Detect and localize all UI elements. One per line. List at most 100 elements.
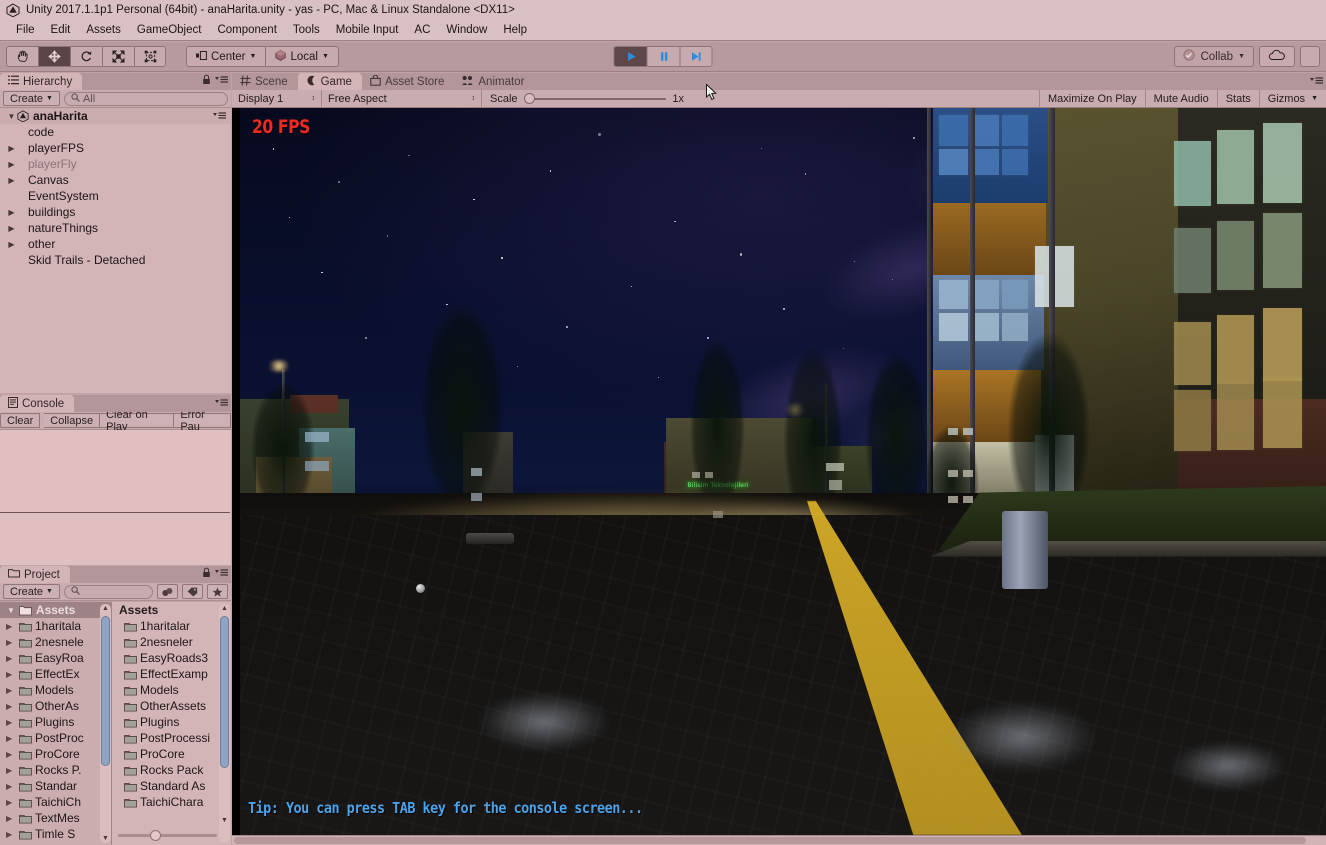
rect-tool-button[interactable]: [134, 46, 166, 67]
project-tree-item[interactable]: ▶ Models: [0, 682, 111, 698]
step-button[interactable]: [679, 46, 713, 67]
lock-icon[interactable]: [202, 74, 211, 88]
scale-slider-track[interactable]: [523, 92, 667, 104]
scale-slider-group[interactable]: Scale 1x: [482, 92, 692, 105]
project-tree-item[interactable]: ▶ TaichiCh: [0, 794, 111, 810]
project-tree-scrollbar[interactable]: ▲ ▼: [100, 604, 111, 843]
expand-arrow-icon[interactable]: ▶: [6, 622, 16, 631]
expand-arrow-icon[interactable]: ▶: [6, 750, 16, 759]
hierarchy-item-naturethings[interactable]: ▶ natureThings: [0, 220, 231, 236]
menu-assets[interactable]: Assets: [78, 22, 129, 38]
menu-help[interactable]: Help: [495, 22, 535, 38]
expand-arrow-icon[interactable]: ▶: [6, 240, 17, 249]
maximize-on-play-toggle[interactable]: Maximize On Play: [1039, 89, 1145, 108]
expand-arrow-icon[interactable]: ▶: [6, 160, 17, 169]
project-asset-item[interactable]: Models: [112, 682, 231, 698]
project-asset-item[interactable]: PostProcessi: [112, 730, 231, 746]
expand-arrow-icon[interactable]: ▶: [6, 686, 16, 695]
expand-arrow-icon[interactable]: ▶: [6, 718, 16, 727]
expand-arrow-icon[interactable]: ▶: [6, 702, 16, 711]
pause-button[interactable]: [646, 46, 680, 67]
project-create-button[interactable]: Create ▼: [3, 584, 60, 599]
expand-arrow-icon[interactable]: ▶: [6, 830, 16, 839]
project-asset-item[interactable]: OtherAssets: [112, 698, 231, 714]
expand-arrow-icon[interactable]: ▶: [6, 782, 16, 791]
console-splitter[interactable]: [0, 512, 230, 513]
game-render-canvas[interactable]: Bilisim Teknolojileri: [232, 108, 1326, 845]
tab-scene[interactable]: Scene: [232, 73, 298, 90]
project-folder-tree[interactable]: ▼ Assets ▶ 1haritala ▶ 2nesnele ▶ EasyRoa ▶ Eff…: [0, 602, 112, 845]
expand-arrow-icon[interactable]: ▶: [6, 144, 17, 153]
tab-animator[interactable]: Animator: [454, 73, 534, 90]
hierarchy-search-input[interactable]: All: [63, 91, 228, 106]
collab-button[interactable]: Collab ▼: [1174, 46, 1254, 67]
project-tree-item[interactable]: ▶ EffectEx: [0, 666, 111, 682]
stats-toggle[interactable]: Stats: [1216, 89, 1259, 108]
gizmos-dropdown[interactable]: Gizmos ▼: [1258, 89, 1326, 108]
console-error-pause-button[interactable]: Error Pau: [174, 409, 231, 433]
tab-project[interactable]: Project: [0, 566, 70, 583]
hierarchy-item-eventsystem[interactable]: EventSystem: [0, 188, 231, 204]
project-favorites-button[interactable]: [207, 584, 228, 599]
pivot-mode-button[interactable]: Center ▼: [186, 46, 266, 67]
project-tree-item[interactable]: ▶ ProCore: [0, 746, 111, 762]
console-clear-on-play-button[interactable]: Clear on Play: [100, 409, 175, 433]
aspect-dropdown[interactable]: Free Aspect ↕: [322, 89, 482, 108]
project-asset-list[interactable]: Assets 1haritalar 2nesneler EasyRoads3 Effe…: [112, 602, 231, 845]
scroll-up-arrow-icon[interactable]: ▲: [101, 604, 110, 613]
project-search-input[interactable]: [63, 584, 153, 599]
project-tree-item[interactable]: ▶ Standar: [0, 778, 111, 794]
project-asset-item[interactable]: TaichiChara: [112, 794, 231, 810]
menu-edit[interactable]: Edit: [43, 22, 79, 38]
hierarchy-tree[interactable]: ▼ anaHarita code ▶ playerFPS ▶ playerFly ▶ Can…: [0, 108, 231, 393]
tab-hierarchy[interactable]: Hierarchy: [0, 73, 83, 90]
project-asset-item[interactable]: EffectExamp: [112, 666, 231, 682]
account-button[interactable]: [1300, 46, 1320, 67]
expand-arrow-icon[interactable]: ▶: [6, 814, 16, 823]
panel-menu-icon-4[interactable]: [1310, 76, 1323, 88]
scene-context-menu-icon[interactable]: [213, 109, 226, 123]
project-list-scrollbar[interactable]: ▲ ▼: [219, 604, 230, 843]
expand-arrow-icon[interactable]: ▶: [6, 224, 17, 233]
space-mode-button[interactable]: Local ▼: [265, 46, 339, 67]
expand-arrow-icon[interactable]: ▼: [6, 112, 17, 121]
project-asset-item[interactable]: ProCore: [112, 746, 231, 762]
project-tree-root[interactable]: ▼ Assets: [0, 602, 111, 618]
hierarchy-item-buildings[interactable]: ▶ buildings: [0, 204, 231, 220]
project-tree-item[interactable]: ▶ PostProc: [0, 730, 111, 746]
console-collapse-button[interactable]: Collapse: [44, 413, 101, 428]
console-log-area[interactable]: [0, 430, 231, 565]
lock-icon-2[interactable]: [202, 567, 211, 581]
expand-arrow-icon[interactable]: ▶: [6, 670, 16, 679]
menu-ac[interactable]: AC: [406, 22, 438, 38]
expand-arrow-icon[interactable]: ▶: [6, 654, 16, 663]
project-tree-item[interactable]: ▶ 2nesnele: [0, 634, 111, 650]
project-tree-item[interactable]: ▶ TextMes: [0, 810, 111, 826]
project-tree-item[interactable]: ▶ Rocks P.: [0, 762, 111, 778]
hierarchy-item-other[interactable]: ▶ other: [0, 236, 231, 252]
rotate-tool-button[interactable]: [70, 46, 102, 67]
menu-component[interactable]: Component: [209, 22, 284, 38]
expand-arrow-icon[interactable]: ▶: [6, 176, 17, 185]
scroll-down-arrow-icon[interactable]: ▼: [101, 834, 110, 843]
expand-arrow-icon[interactable]: ▶: [6, 734, 16, 743]
project-asset-item[interactable]: EasyRoads3: [112, 650, 231, 666]
scroll-up-arrow-icon-2[interactable]: ▲: [220, 604, 229, 613]
project-asset-item[interactable]: 1haritalar: [112, 618, 231, 634]
project-asset-item[interactable]: 2nesneler: [112, 634, 231, 650]
scale-slider-knob[interactable]: [523, 92, 535, 104]
expand-arrow-icon[interactable]: ▶: [6, 638, 16, 647]
hierarchy-item-code[interactable]: code: [0, 124, 231, 140]
hand-tool-button[interactable]: [6, 46, 38, 67]
project-zoom-knob[interactable]: [149, 830, 161, 841]
hierarchy-item-canvas[interactable]: ▶ Canvas: [0, 172, 231, 188]
move-tool-button[interactable]: [38, 46, 70, 67]
expand-arrow-icon[interactable]: ▶: [6, 798, 16, 807]
panel-menu-icon[interactable]: [215, 75, 228, 87]
project-asset-item[interactable]: Standard As: [112, 778, 231, 794]
project-filter-type-button[interactable]: [157, 584, 178, 599]
project-tree-item[interactable]: ▶ Timle S: [0, 826, 111, 842]
scale-tool-button[interactable]: [102, 46, 134, 67]
hierarchy-item-skid-trails-detached[interactable]: Skid Trails - Detached: [0, 252, 231, 268]
tab-console[interactable]: Console: [0, 395, 75, 412]
